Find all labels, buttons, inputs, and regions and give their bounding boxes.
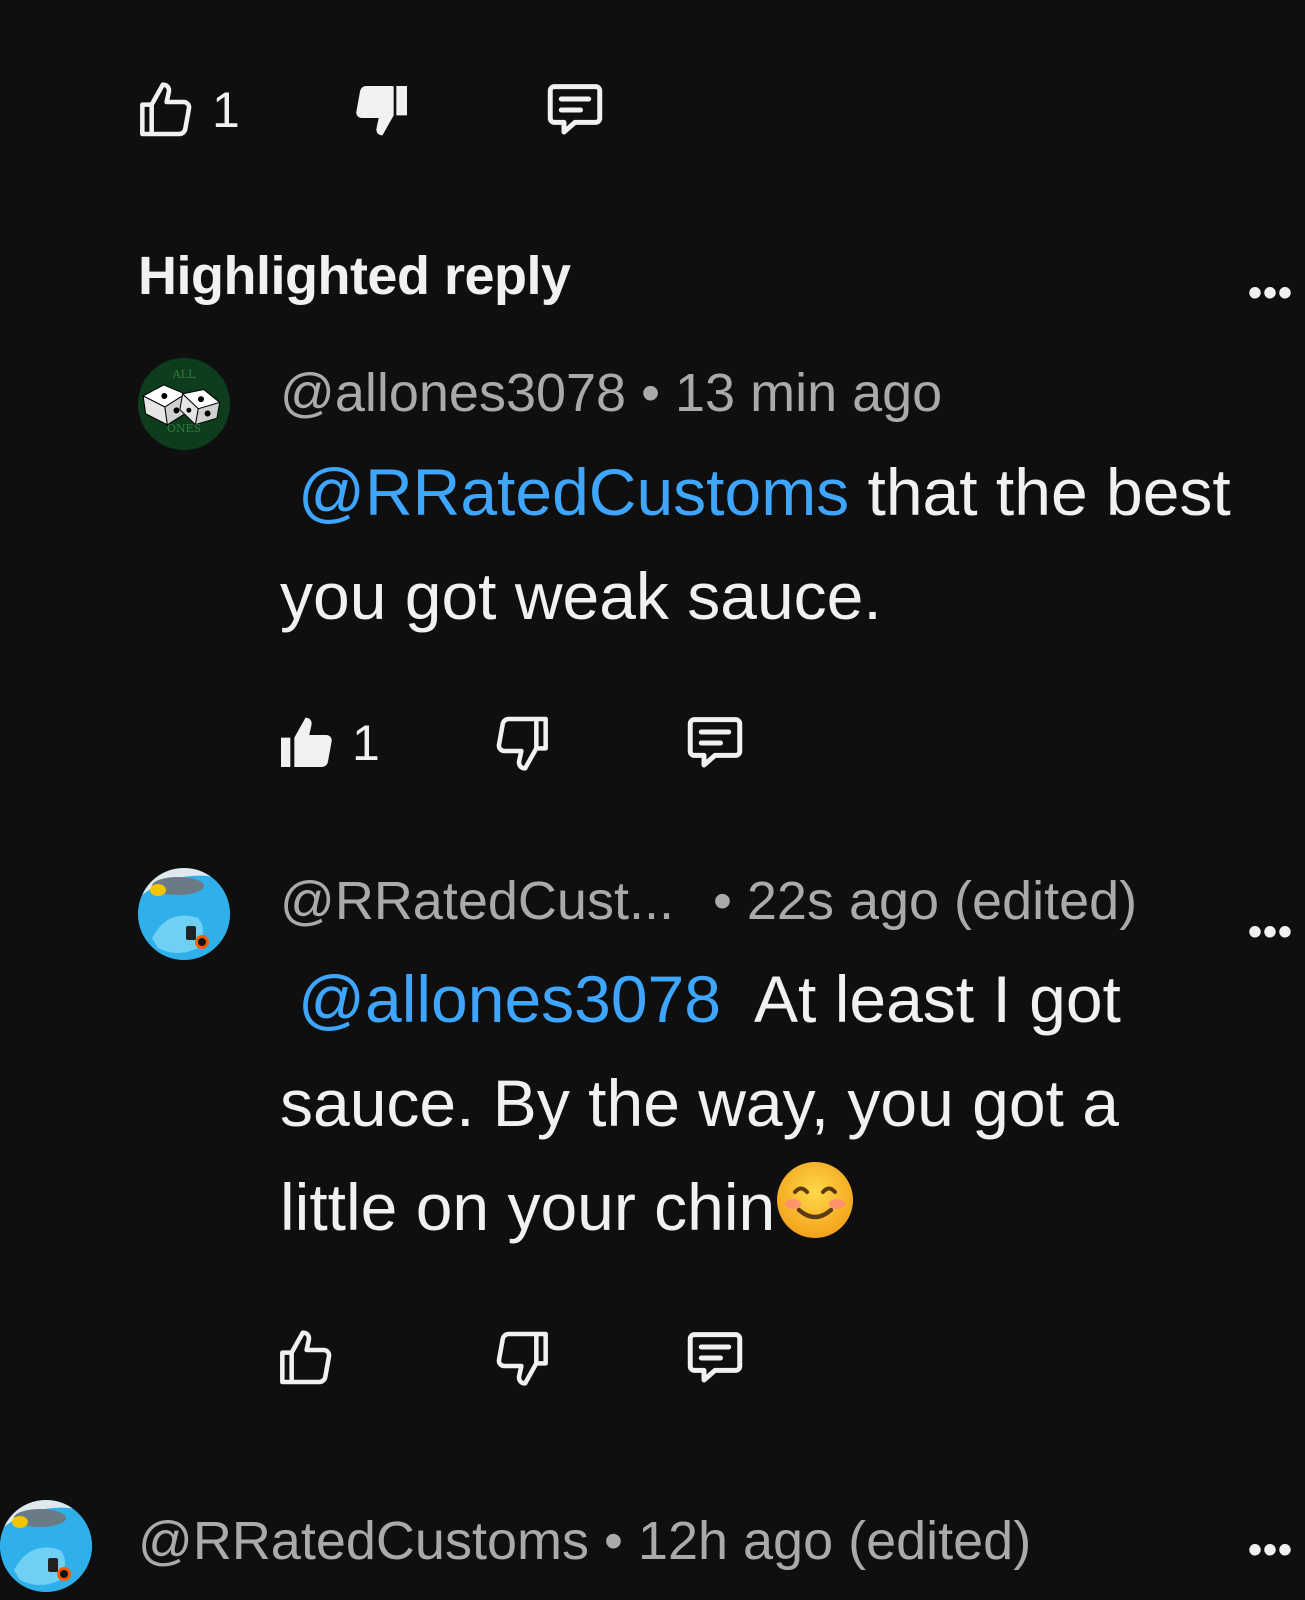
comment-text: @allones3078 At least I got sauce. By th… <box>280 947 1240 1259</box>
separator-dot: • <box>641 363 660 423</box>
thumbs-down-outline-icon <box>496 716 548 771</box>
mention-link[interactable]: @allones3078 <box>298 962 721 1036</box>
like-button[interactable] <box>130 75 200 145</box>
profile-photo-icon <box>0 1500 92 1592</box>
comment-meta: @RRatedCust... • 22s ago (edited) <box>280 870 1137 932</box>
reply2-actions <box>270 1323 770 1393</box>
reply-button[interactable] <box>540 75 610 145</box>
smiling-face-emoji <box>777 1162 854 1238</box>
avatar[interactable] <box>0 1500 92 1592</box>
separator-dot: • <box>603 1511 623 1571</box>
avatar[interactable]: ALL ONES <box>138 358 230 450</box>
more-options-button[interactable]: ••• <box>1248 912 1293 952</box>
avatar[interactable] <box>138 868 230 960</box>
comment-meta: @RRatedCustoms • 12h ago (edited) <box>138 1510 1031 1572</box>
mention-link[interactable]: @RRatedCustoms <box>298 455 849 529</box>
timestamp: 12h ago (edited) <box>637 1511 1032 1571</box>
dislike-button[interactable] <box>488 1323 558 1393</box>
author-handle[interactable]: @RRatedCust... <box>280 871 674 931</box>
reply1-actions: 1 <box>270 708 770 778</box>
top-comment-actions: 1 <box>130 75 630 145</box>
thumbs-up-outline-icon <box>140 82 192 137</box>
thumbs-down-outline-icon <box>496 1331 548 1386</box>
comment-icon <box>687 717 743 768</box>
timestamp: 13 min ago <box>675 363 943 423</box>
section-title: Highlighted reply <box>138 246 571 306</box>
avatar-bottom-text: ONES <box>167 422 201 435</box>
avatar-top-text: ALL <box>172 368 196 381</box>
comment-meta: @allones3078 • 13 min ago <box>280 362 942 424</box>
like-count: 1 <box>352 715 380 771</box>
thumbs-up-outline-icon <box>280 1330 332 1385</box>
comment-text: @RRatedCustoms that the best you got wea… <box>280 440 1240 648</box>
dice-logo-icon: ALL ONES <box>138 358 230 450</box>
dislike-button[interactable] <box>488 708 558 778</box>
like-count: 1 <box>212 82 240 138</box>
more-options-button[interactable]: ••• <box>1248 273 1293 313</box>
like-button[interactable] <box>270 1323 340 1393</box>
author-handle[interactable]: @RRatedCustoms <box>138 1511 589 1571</box>
thumbs-down-filled-icon <box>356 86 407 136</box>
comment-icon <box>687 1332 743 1383</box>
reply-button[interactable] <box>680 1323 750 1393</box>
like-button[interactable] <box>270 708 340 778</box>
more-options-button[interactable]: ••• <box>1248 1530 1293 1570</box>
reply-button[interactable] <box>680 708 750 778</box>
thumbs-up-filled-icon <box>281 717 332 767</box>
profile-photo-icon <box>138 868 230 960</box>
author-handle[interactable]: @allones3078 <box>280 363 626 423</box>
separator-dot: • <box>712 871 732 931</box>
comment-icon <box>547 84 603 135</box>
dislike-button[interactable] <box>348 75 418 145</box>
timestamp: 22s ago (edited) <box>746 871 1138 931</box>
